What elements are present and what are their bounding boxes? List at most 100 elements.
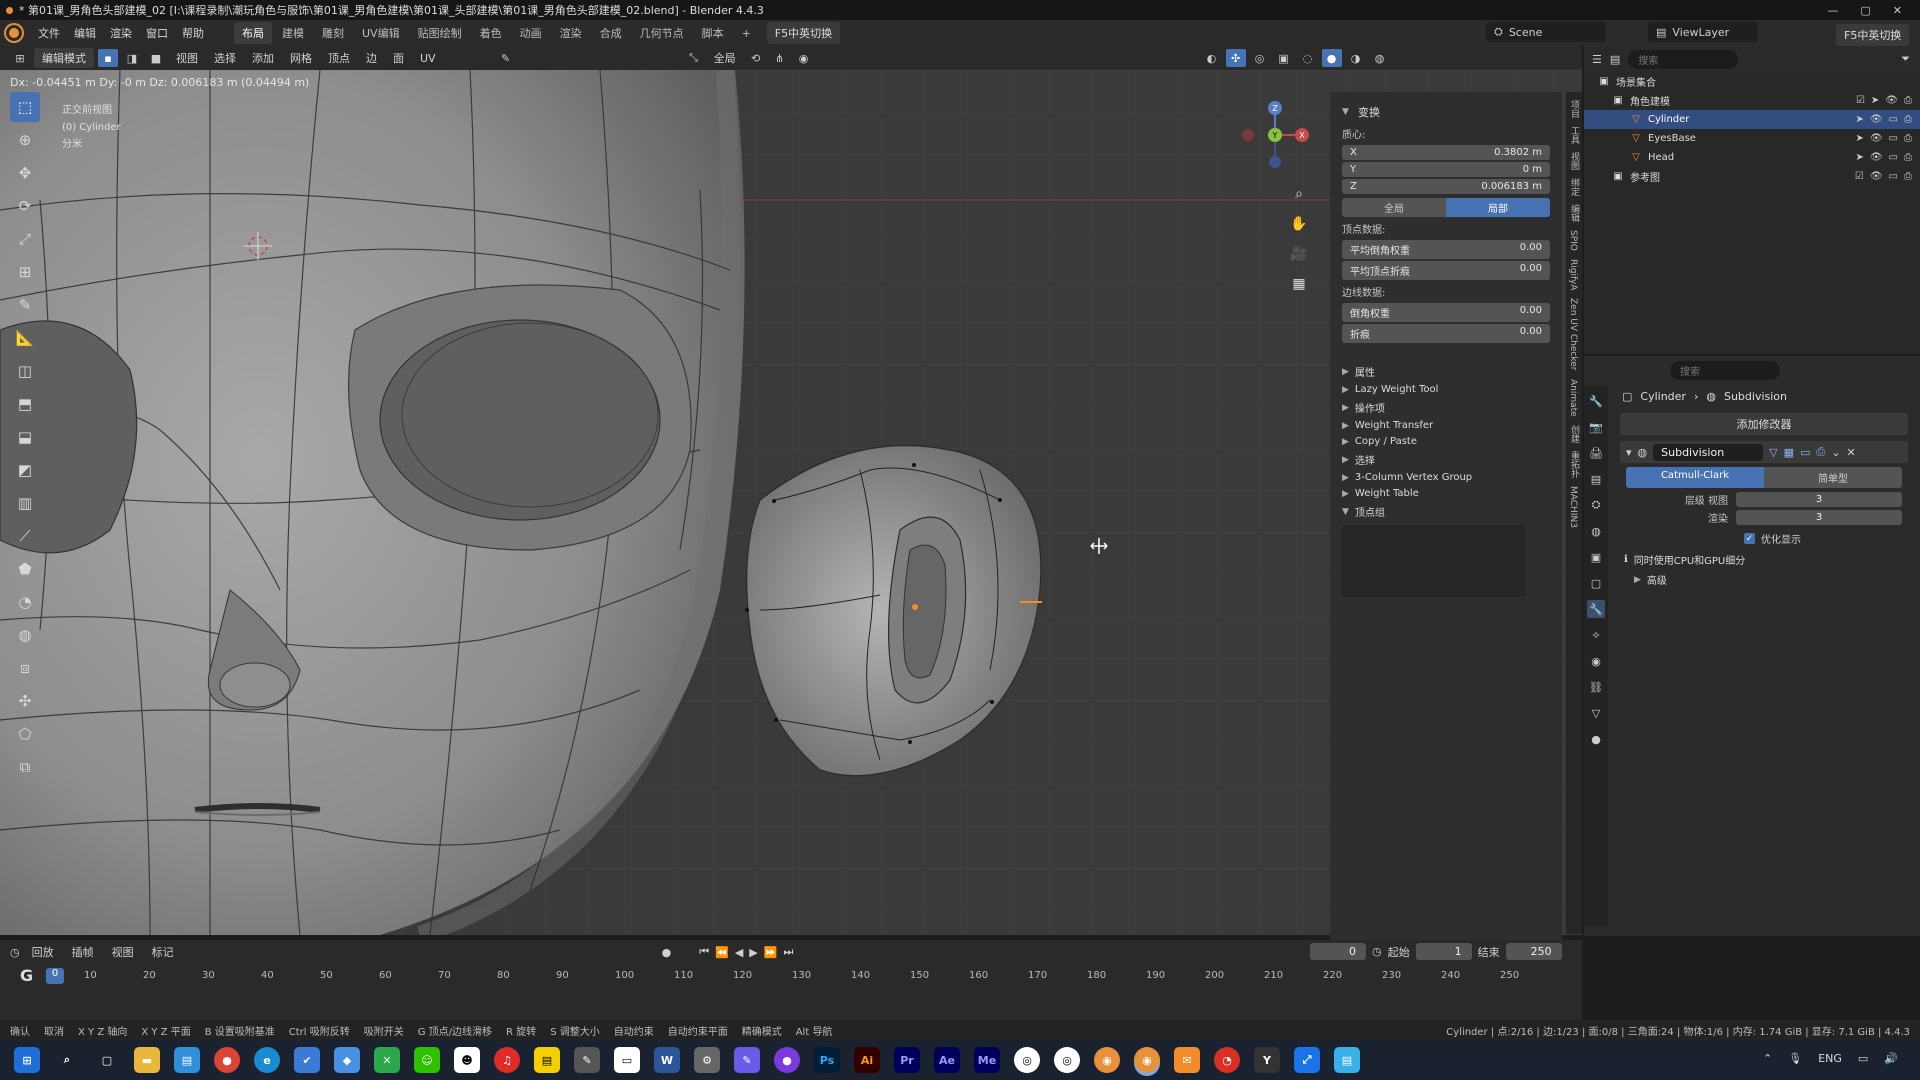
panel-3-column-vertex-group[interactable]: ▶ 3-Column Vertex Group: [1342, 472, 1550, 483]
properties-search-input[interactable]: 搜索: [1670, 360, 1780, 380]
close-button[interactable]: ✕: [1893, 4, 1902, 17]
chevron-up-icon[interactable]: ⌃: [1763, 1052, 1772, 1065]
realtime-toggle-icon[interactable]: ▭: [1800, 446, 1810, 459]
scene-selector[interactable]: ⛭ Scene: [1486, 22, 1606, 42]
notes-icon[interactable]: ▤: [534, 1047, 560, 1073]
modifier-menu-icon[interactable]: ⌄: [1831, 446, 1840, 459]
sidebar-tab-zen-uv[interactable]: Zen UV Checker: [1568, 298, 1578, 370]
mean-vertex-crease-field[interactable]: 平均顶点折痕 0.00: [1342, 261, 1550, 280]
eye-icon[interactable]: 👁: [1870, 133, 1883, 144]
ortho-grid-icon[interactable]: ▦: [1287, 272, 1311, 296]
network-icon[interactable]: ▭: [1858, 1052, 1868, 1065]
physics-tab-icon[interactable]: ◉: [1587, 652, 1605, 670]
task-view-icon[interactable]: ▢: [94, 1047, 120, 1073]
play-icon[interactable]: ▶: [749, 946, 757, 959]
face-select-icon[interactable]: ■: [146, 49, 166, 67]
sidebar-tab-retopo[interactable]: 重拓扑: [1568, 451, 1581, 478]
workspace-tab-geometry-nodes[interactable]: 几何节点: [632, 22, 692, 44]
outliner-search-input[interactable]: 搜索: [1628, 49, 1739, 69]
app-icon[interactable]: ✎: [734, 1047, 760, 1073]
workspace-tab-compositing[interactable]: 合成: [592, 22, 630, 44]
shading-material-icon[interactable]: ◑: [1346, 49, 1366, 67]
wechat-icon[interactable]: ☺: [414, 1047, 440, 1073]
inset-tool-icon[interactable]: ⬓: [10, 422, 40, 452]
shading-solid-icon[interactable]: ●: [1321, 49, 1342, 67]
sidebar-tab-spio[interactable]: SPIO: [1568, 230, 1578, 251]
mean-bevel-weight-field[interactable]: 平均倒角权重 0.00: [1342, 240, 1550, 259]
camera-icon[interactable]: ⎙: [1904, 133, 1912, 144]
windows-start-icon[interactable]: ⊞: [14, 1047, 40, 1073]
orientation-selector[interactable]: 全局: [708, 48, 742, 68]
app-y-icon[interactable]: Y: [1254, 1047, 1280, 1073]
qq-icon[interactable]: ☻: [454, 1047, 480, 1073]
xray-toggle-icon[interactable]: ▣: [1274, 49, 1294, 67]
select-arrow-icon[interactable]: ➤: [1855, 133, 1863, 144]
file-explorer-icon[interactable]: ▬: [134, 1047, 160, 1073]
menu-file[interactable]: 文件: [32, 23, 66, 43]
edge-crease-field[interactable]: 折痕 0.00: [1342, 324, 1550, 343]
frame-ruler[interactable]: 10 20 30 40 50 60 70 80 90 100 110 120 130 140 150 160 1…: [40, 968, 1570, 986]
blender-active-icon[interactable]: ◉: [1134, 1047, 1160, 1073]
select-arrow-icon[interactable]: ➤: [1871, 95, 1879, 106]
local-button[interactable]: 局部: [1446, 198, 1550, 217]
navigation-gizmo[interactable]: Z Y X: [1240, 100, 1310, 170]
workspace-tab-sculpting[interactable]: 雕刻: [314, 22, 352, 44]
shading-rendered-icon[interactable]: ◍: [1370, 49, 1390, 67]
checkbox-icon[interactable]: ☑: [1856, 95, 1865, 106]
sidebar-tab-rig[interactable]: 绑定: [1568, 178, 1581, 196]
camera-view-icon[interactable]: 🎥: [1287, 242, 1311, 266]
view-object-types-icon[interactable]: ◐: [1202, 49, 1222, 67]
sidebar-tab-tool[interactable]: 工具: [1568, 126, 1581, 144]
panel-vertex-groups[interactable]: ▼ 顶点组: [1342, 504, 1550, 520]
edge-bevel-weight-field[interactable]: 倒角权重 0.00: [1342, 303, 1550, 322]
eye-icon[interactable]: 👁: [1870, 171, 1883, 182]
outliner-editor-icon[interactable]: ☰: [1592, 53, 1602, 66]
menu-keying[interactable]: 插帧: [66, 942, 100, 962]
sidebar-tab-item[interactable]: 项目: [1568, 100, 1581, 118]
sidebar-tab-animate[interactable]: Animate: [1568, 379, 1578, 417]
menu-render[interactable]: 渲染: [104, 23, 138, 43]
loop-cut-tool-icon[interactable]: ▥: [10, 488, 40, 518]
app-icon[interactable]: ▭: [614, 1047, 640, 1073]
eye-icon[interactable]: 👁: [1885, 95, 1898, 106]
particles-tab-icon[interactable]: ✧: [1587, 626, 1605, 644]
add-modifier-button[interactable]: 添加修改器: [1620, 413, 1908, 435]
view-layer-tab-icon[interactable]: ▤: [1587, 470, 1605, 488]
store-icon[interactable]: ▤: [174, 1047, 200, 1073]
knife-tool-icon[interactable]: ⟋: [10, 521, 40, 551]
language-indicator[interactable]: ENG: [1818, 1052, 1842, 1065]
bevel-tool-icon[interactable]: ◩: [10, 455, 40, 485]
record-icon[interactable]: ●: [662, 946, 672, 959]
word-icon[interactable]: W: [654, 1047, 680, 1073]
menu-edit[interactable]: 编辑: [68, 23, 102, 43]
sidebar-tab-machin3[interactable]: MACHIN3: [1568, 486, 1578, 528]
display-mode-icon[interactable]: ▤: [1610, 53, 1620, 66]
add-workspace-button[interactable]: +: [734, 24, 759, 43]
modifier-tab-icon[interactable]: 🔧: [1587, 600, 1605, 618]
next-keyframe-icon[interactable]: ⏩: [764, 946, 778, 959]
scene-tab-icon[interactable]: ⛭: [1587, 496, 1605, 514]
workspace-tab-scripting[interactable]: 脚本: [694, 22, 732, 44]
panel-weight-transfer[interactable]: ▶ Weight Transfer: [1342, 420, 1550, 431]
app-icon[interactable]: ◔: [1214, 1047, 1240, 1073]
end-frame-field[interactable]: 250: [1505, 943, 1562, 960]
menu-face[interactable]: 面: [387, 48, 410, 68]
workspace-tab-layout[interactable]: 布局: [234, 22, 272, 44]
play-reverse-icon[interactable]: ◀: [735, 946, 743, 959]
outliner-row-scene-collection[interactable]: ▣ 场景集合: [1584, 72, 1920, 91]
illustrator-icon[interactable]: Ai: [854, 1047, 880, 1073]
vertex-group-list[interactable]: [1342, 525, 1526, 597]
menu-marker[interactable]: 标记: [146, 942, 180, 962]
view-layer-selector[interactable]: ▤ ViewLayer: [1648, 22, 1758, 42]
panel-select[interactable]: ▶ 选择: [1342, 452, 1550, 468]
world-tab-icon[interactable]: ◍: [1587, 522, 1605, 540]
app-icon[interactable]: ⤢: [1294, 1047, 1320, 1073]
transform-orientation-icon[interactable]: ⤡: [684, 49, 704, 67]
monitor-icon[interactable]: ▭: [1889, 133, 1898, 144]
panel-lazy-weight-tool[interactable]: ▶ Lazy Weight Tool: [1342, 384, 1550, 395]
median-y-field[interactable]: Y0 m: [1342, 162, 1550, 177]
app-icon[interactable]: ✕: [374, 1047, 400, 1073]
cage-toggle-icon[interactable]: ▦: [1784, 446, 1794, 459]
jump-start-icon[interactable]: ⏮: [699, 945, 709, 959]
levels-viewport-field[interactable]: 3: [1736, 492, 1902, 507]
